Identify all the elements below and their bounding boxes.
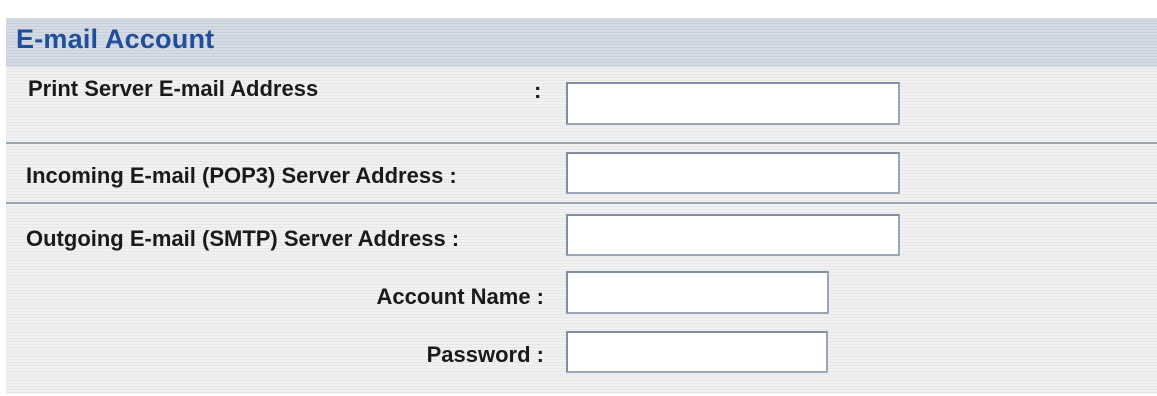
incoming-pop3-label: Incoming E-mail (POP3) Server Address : bbox=[26, 163, 457, 188]
panel-header: E-mail Account bbox=[6, 18, 1157, 67]
cropped-heading-fragment bbox=[0, 0, 1157, 8]
print-server-email-label: Print Server E-mail Address bbox=[28, 76, 319, 101]
panel-title: E-mail Account bbox=[16, 24, 215, 54]
email-account-panel: E-mail Account Print Server E-mail Addre… bbox=[6, 18, 1157, 394]
print-server-email-input[interactable] bbox=[566, 82, 900, 125]
outgoing-smtp-label: Outgoing E-mail (SMTP) Server Address : bbox=[26, 226, 460, 251]
outgoing-smtp-input[interactable] bbox=[566, 214, 900, 256]
password-label: Password : bbox=[426, 342, 544, 367]
incoming-pop3-input[interactable] bbox=[566, 152, 900, 194]
row-divider bbox=[6, 142, 1157, 144]
password-input[interactable] bbox=[566, 331, 828, 373]
row-divider bbox=[6, 202, 1157, 204]
print-server-email-colon: : bbox=[534, 78, 542, 103]
account-name-input[interactable] bbox=[566, 271, 829, 314]
account-name-label: Account Name : bbox=[376, 284, 544, 309]
